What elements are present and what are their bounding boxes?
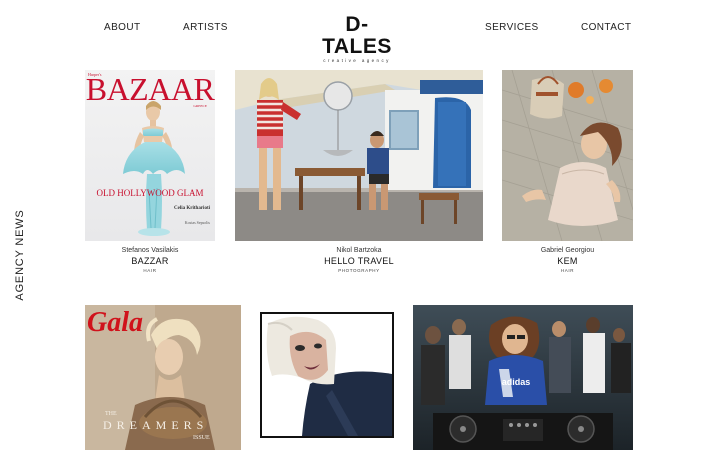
- gala-cover-image: Gala THE DREAMERS ISSUE: [85, 305, 241, 450]
- card-artist-name: Gabriel Georgiou: [540, 247, 595, 254]
- news-card-hello-travel[interactable]: Nikol Bartzoka HELLO TRAVEL PHOTOGRAPHY: [235, 70, 483, 280]
- kem-image: [502, 70, 633, 241]
- bazaar-cover-image: Harper's BAZAAR GREECE OLD HOLLYWOOD GLA…: [85, 70, 215, 241]
- hello-travel-image: [235, 70, 483, 241]
- news-card-bazzar[interactable]: Harper's BAZAAR GREECE OLD HOLLYWOOD GLA…: [85, 70, 215, 280]
- nav-artists[interactable]: ARTISTS: [183, 22, 228, 34]
- dj-shirt-logo: adidas: [502, 377, 531, 387]
- card-role: PHOTOGRAPHY: [338, 268, 380, 273]
- news-card-gala[interactable]: Gala THE DREAMERS ISSUE: [85, 305, 241, 450]
- nav-contact[interactable]: CONTACT: [581, 22, 631, 34]
- logo-wordmark: D-TALES: [322, 13, 392, 58]
- card-artist-name: Nikol Bartzoka: [336, 247, 382, 254]
- card-role: HAIR: [143, 268, 157, 273]
- bazaar-masthead: BAZAAR: [86, 71, 215, 107]
- card-title: HELLO TRAVEL: [324, 256, 394, 266]
- card-title: BAZZAR: [131, 256, 169, 266]
- dj-image: adidas: [413, 305, 633, 450]
- nav-about[interactable]: ABOUT: [104, 22, 140, 34]
- news-card-dj[interactable]: adidas: [413, 305, 633, 450]
- gala-kicker: THE: [105, 411, 117, 417]
- bazaar-credit-1: Celia Kritharioti: [174, 206, 211, 211]
- bazaar-headline: OLD HOLLYWOOD GLAM: [96, 188, 203, 198]
- news-card-kem[interactable]: Gabriel Georgiou KEM HAIR: [502, 70, 633, 280]
- portrait-image: [260, 312, 394, 438]
- nav-services[interactable]: SERVICES: [485, 22, 539, 34]
- logo[interactable]: D-TALES creative agency: [317, 14, 397, 64]
- logo-tagline: creative agency: [323, 58, 391, 63]
- card-artist-name: Stefanos Vasilakis: [121, 247, 179, 254]
- agency-news-label: AGENCY NEWS: [14, 209, 26, 301]
- bazaar-credit-2: Kostas Sepsolis: [185, 220, 211, 225]
- card-title: KEM: [557, 256, 578, 266]
- gala-headline: DREAMERS: [103, 418, 208, 432]
- news-card-portrait[interactable]: [260, 312, 394, 438]
- bazaar-issue: GREECE: [193, 104, 207, 108]
- gala-masthead: Gala: [87, 307, 143, 338]
- card-role: HAIR: [560, 268, 575, 273]
- gala-issue: ISSUE: [193, 435, 210, 441]
